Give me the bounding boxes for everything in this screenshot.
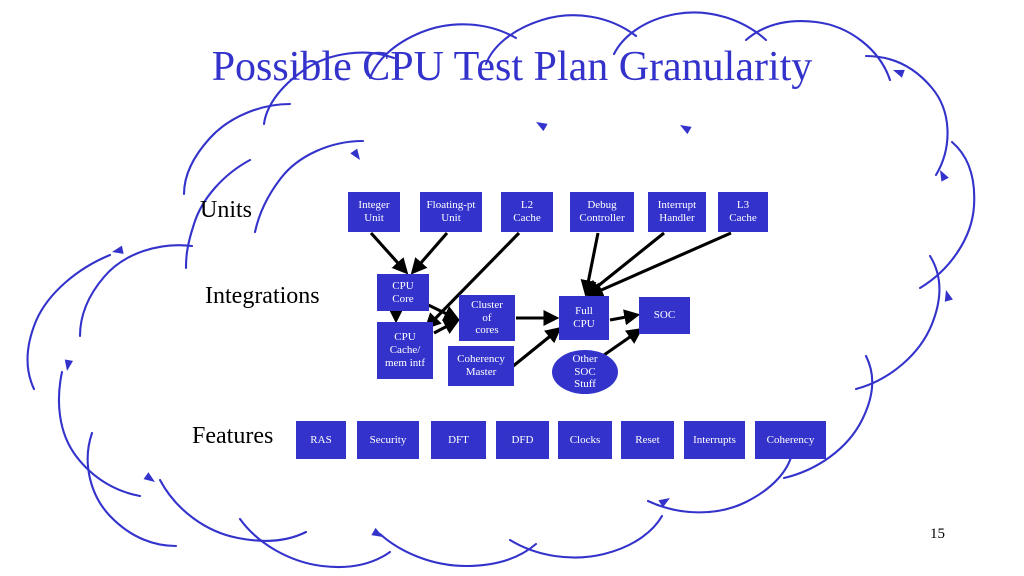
cloud-arc-3 bbox=[26, 253, 112, 391]
node-soc[interactable]: SOC bbox=[639, 297, 690, 334]
node-cpu_cache[interactable]: CPU Cache/ mem intf bbox=[377, 322, 433, 379]
arrow-coherency_master-to-full_cpu bbox=[511, 326, 562, 369]
cloud-arc-4 bbox=[57, 370, 142, 498]
cloud-arrowhead-2 bbox=[64, 359, 74, 371]
node-l3_cache[interactable]: L3 Cache bbox=[718, 192, 768, 232]
cloud-arc-0 bbox=[253, 139, 365, 234]
cloud-arc-11 bbox=[782, 354, 874, 480]
node-clocks[interactable]: Clocks bbox=[558, 421, 612, 459]
row-label-features: Features bbox=[192, 423, 274, 449]
arrow-integer_unit-to-cpu_core bbox=[369, 231, 409, 275]
node-ras[interactable]: RAS bbox=[296, 421, 346, 459]
node-coherency[interactable]: Coherency bbox=[755, 421, 826, 459]
node-interrupts[interactable]: Interrupts bbox=[684, 421, 745, 459]
cloud-arc-2 bbox=[78, 244, 194, 338]
row-label-integrations: Integrations bbox=[205, 283, 320, 309]
arrow-interrupt_handler-to-full_cpu bbox=[585, 231, 665, 297]
node-reset[interactable]: Reset bbox=[621, 421, 674, 459]
row-label-units: Units bbox=[200, 197, 253, 223]
cloud-arc-12 bbox=[854, 254, 941, 391]
cloud-arc-8 bbox=[378, 532, 538, 568]
node-cpu_core[interactable]: CPU Core bbox=[377, 274, 429, 311]
node-other_soc_stuff[interactable]: Other SOC Stuff bbox=[552, 350, 618, 394]
cloud-arc-13 bbox=[918, 140, 976, 290]
cloud-arrowhead-7 bbox=[944, 290, 953, 302]
slide-canvas: Possible CPU Test Plan Granularity Units… bbox=[0, 0, 1024, 576]
node-cluster_of_cores[interactable]: Cluster of cores bbox=[459, 295, 515, 341]
cloud-arc-10 bbox=[646, 452, 794, 514]
page-number: 15 bbox=[930, 526, 945, 542]
arrow-floating_pt_unit-to-cpu_core bbox=[410, 231, 449, 275]
cloud-arc-9 bbox=[508, 514, 664, 559]
cloud-arrowhead-4 bbox=[371, 527, 383, 537]
page-title: Possible CPU Test Plan Granularity bbox=[211, 44, 813, 90]
node-full_cpu[interactable]: Full CPU bbox=[559, 296, 609, 340]
node-interrupt_handler[interactable]: Interrupt Handler bbox=[648, 192, 706, 232]
arrow-cpu_cache-to-cluster_of_cores bbox=[433, 319, 461, 335]
node-integer_unit[interactable]: Integer Unit bbox=[348, 192, 400, 232]
cloud-arrowhead-10 bbox=[680, 125, 692, 135]
cloud-arc-5 bbox=[86, 431, 178, 548]
node-floating_pt_unit[interactable]: Floating-pt Unit bbox=[420, 192, 482, 232]
arrow-l3_cache-to-full_cpu bbox=[586, 231, 732, 298]
cloud-arrowhead-3 bbox=[143, 472, 155, 482]
node-debug_controller[interactable]: Debug Controller bbox=[570, 192, 634, 232]
cloud-arc-7 bbox=[238, 517, 392, 569]
node-dfd[interactable]: DFD bbox=[496, 421, 549, 459]
node-security[interactable]: Security bbox=[357, 421, 419, 459]
cloud-arrowhead-8 bbox=[940, 170, 949, 182]
node-dft[interactable]: DFT bbox=[431, 421, 486, 459]
arrow-debug_controller-to-full_cpu bbox=[580, 232, 600, 297]
cloud-arrowhead-0 bbox=[350, 148, 360, 160]
cloud-arc-6 bbox=[158, 478, 308, 542]
cloud-arrowhead-5 bbox=[658, 498, 670, 508]
cloud-arc-20 bbox=[182, 102, 292, 196]
cloud-arrowhead-1 bbox=[112, 245, 124, 254]
node-coherency_master[interactable]: Coherency Master bbox=[448, 346, 514, 386]
arrow-other_soc_stuff-to-soc bbox=[603, 328, 643, 357]
cloud-arrowhead-11 bbox=[536, 122, 548, 132]
arrow-full_cpu-to-soc bbox=[609, 309, 641, 326]
node-l2_cache[interactable]: L2 Cache bbox=[501, 192, 553, 232]
